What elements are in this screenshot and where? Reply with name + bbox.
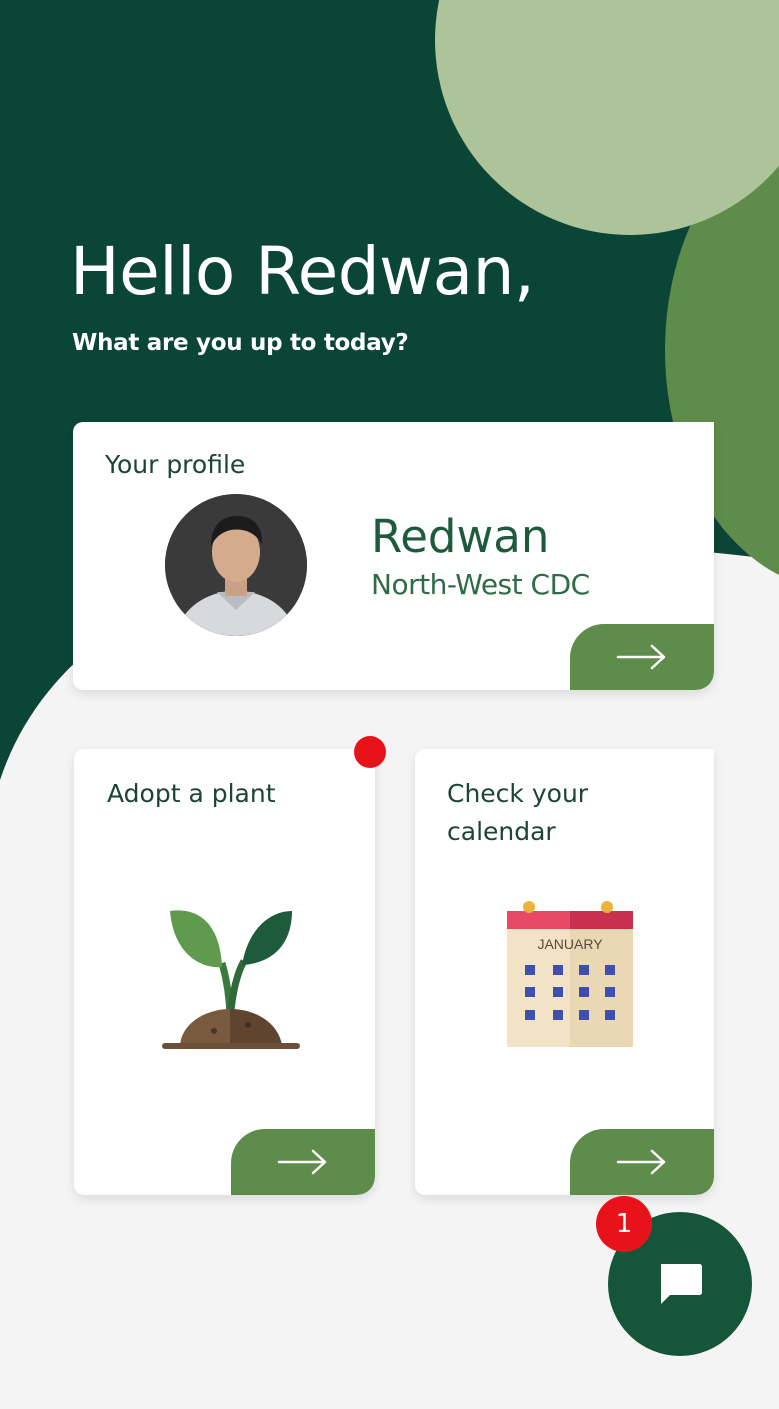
adopt-plant-card[interactable]: Adopt a plant [74,749,375,1195]
profile-card-title: Your profile [105,450,246,479]
profile-organization: North-West CDC [371,568,590,601]
avatar [165,494,307,636]
avatar-photo [165,494,307,636]
greeting-subtitle: What are you up to today? [72,330,409,356]
calendar-open-button[interactable] [570,1129,714,1195]
calendar-icon: JANUARY [507,901,633,1047]
adopt-plant-title: Adopt a plant [107,779,276,808]
background-shapes [0,0,779,780]
arrow-right-icon [277,1149,327,1175]
calendar-card[interactable]: Check your calendar JANUARY [415,749,714,1195]
chat-bubble-icon [661,1264,702,1304]
arrow-right-icon [616,644,666,670]
calendar-card-title: Check your calendar [447,775,588,851]
sprout-icon [162,910,300,1049]
adopt-plant-open-button[interactable] [231,1129,375,1195]
chat-notification-badge: 1 [596,1196,652,1252]
profile-card[interactable]: Your profile Redwan North-West CDC [73,422,714,690]
profile-name: Redwan [371,510,550,563]
calendar-title-line2: calendar [447,817,556,846]
profile-open-button[interactable] [570,624,714,690]
calendar-month-label: JANUARY [537,936,603,952]
arrow-right-icon [616,1149,666,1175]
notification-dot [354,736,386,768]
greeting-title: Hello Redwan, [70,233,535,310]
calendar-title-line1: Check your [447,779,589,808]
